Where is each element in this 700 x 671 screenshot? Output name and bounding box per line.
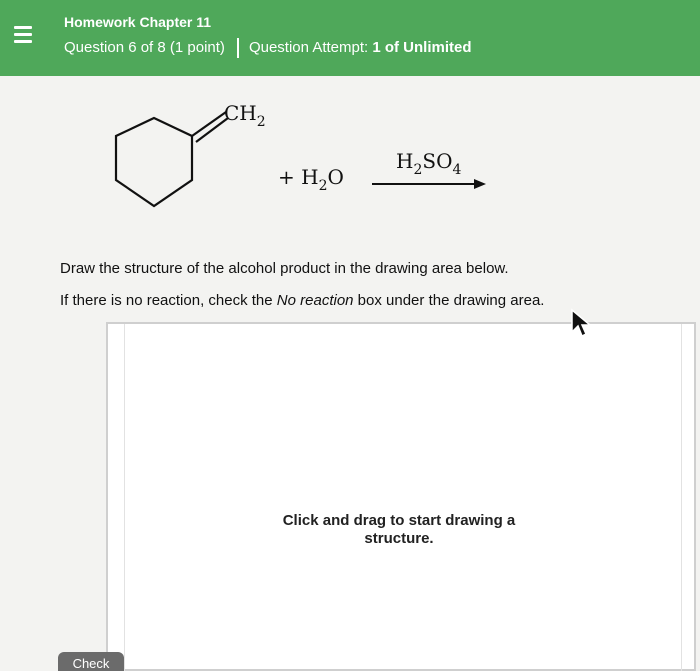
- question-info: Question 6 of 8 (1 point): [64, 38, 225, 56]
- reaction-arrow-head: [474, 179, 486, 189]
- attempt-label: Question Attempt:: [248, 38, 369, 56]
- header-divider: [236, 38, 239, 58]
- cyclohexane-ring: [114, 116, 194, 208]
- drawing-canvas[interactable]: [124, 324, 682, 671]
- water-reactant: + H2O: [278, 165, 344, 194]
- check-button[interactable]: Check: [58, 652, 124, 671]
- reaction-scheme: CH2 + H2O H2SO4: [100, 96, 520, 226]
- attempt-value: 1 of Unlimited: [372, 38, 472, 56]
- question-info-line: Question 6 of 8 (1 point) Question Attemp…: [64, 38, 472, 58]
- drawing-hint: Click and drag to start drawing a struct…: [282, 512, 516, 547]
- instruction-line-2-post: box under the drawing area.: [353, 292, 545, 309]
- hamburger-menu-icon[interactable]: [12, 26, 34, 48]
- substituent-ch2: CH2: [224, 101, 266, 130]
- instruction-line-2-pre: If there is no reaction, check the: [60, 292, 277, 309]
- instruction-line-2: If there is no reaction, check the No re…: [60, 292, 544, 309]
- no-reaction-emphasis: No reaction: [276, 292, 354, 309]
- reaction-svg: CH2 + H2O H2SO4: [114, 101, 486, 208]
- instruction-line-1: Draw the structure of the alcohol produc…: [60, 260, 509, 277]
- mouse-cursor-icon: [571, 308, 592, 338]
- header-bar: Homework Chapter 11 Question 6 of 8 (1 p…: [0, 0, 700, 76]
- drawing-area[interactable]: Click and drag to start drawing a struct…: [106, 322, 696, 671]
- reagent-h2so4: H2SO4: [396, 149, 461, 178]
- page: Homework Chapter 11 Question 6 of 8 (1 p…: [0, 0, 700, 671]
- assignment-title: Homework Chapter 11: [64, 14, 212, 30]
